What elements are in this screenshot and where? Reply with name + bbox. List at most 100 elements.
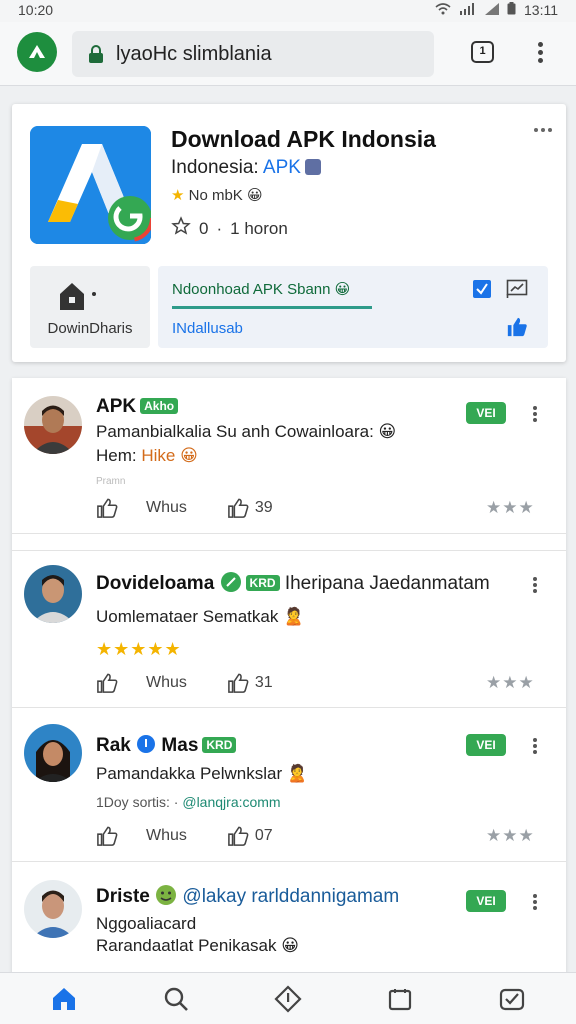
card-more-icon[interactable] (534, 128, 552, 132)
browser-toolbar: lyaoHc slimblania 1 (0, 22, 576, 86)
developer-name: Indonesia: (171, 157, 263, 178)
thumbs-up-icon[interactable] (506, 316, 528, 338)
banner-title: Ndoonhoad APK Sbann 😀 (172, 281, 351, 298)
review-actions: Whus 07 (96, 826, 273, 846)
tabs-icon[interactable] (386, 985, 414, 1013)
like-count-icon[interactable] (227, 498, 249, 518)
status-time: 10:20 (18, 2, 54, 18)
signal-icon (459, 2, 477, 18)
status-clock: 13:11 (524, 2, 558, 18)
review-more-icon[interactable] (530, 404, 540, 424)
review-text: Nggoaliacard (96, 914, 197, 933)
review-text: Pamandakka Pelwnkslar 🙎 (96, 764, 309, 783)
shield-icon[interactable] (498, 985, 526, 1013)
status-icons: 13:11 (435, 2, 558, 18)
review-author: Dovideloama KRD Iheripana Jaedanmatam (96, 571, 490, 595)
like-count: 07 (254, 827, 273, 844)
battery-icon (507, 2, 516, 18)
review-author: Rak Mas KRD (96, 734, 237, 757)
author-handle[interactable]: Iheripana Jaedanmatam (285, 573, 490, 594)
review-more-icon[interactable] (530, 575, 540, 595)
app-meta: ★ No mbK 😀 (171, 186, 263, 204)
review-item: Rak Mas KRD VEI Pamandakka Pelwnkslar 🙎 1… (12, 708, 566, 862)
review-author: Driste @lakay rarlddannigamam (96, 884, 399, 908)
url-text: lyaoHc slimblania (116, 42, 272, 65)
action-label[interactable]: Whus (146, 499, 187, 517)
review-faint-text: Pramn (96, 476, 126, 487)
thumbs-up-icon[interactable] (96, 673, 118, 693)
download-icon (58, 280, 102, 319)
review-actions: Whus 39 (96, 498, 273, 518)
discover-icon[interactable] (274, 985, 302, 1013)
thumbs-up-icon[interactable] (96, 826, 118, 846)
menu-icon[interactable] (530, 39, 550, 67)
avatar[interactable] (24, 880, 82, 938)
banner-subtitle[interactable]: INdallusab (172, 320, 243, 337)
review-text: Uomlemataer Sematkak 🙎 (96, 607, 305, 626)
avatar[interactable] (24, 565, 82, 623)
review-stars: ★★★★★ (96, 639, 182, 659)
author-name[interactable]: Dovideloama (96, 573, 214, 594)
rating-separator: · (216, 218, 223, 238)
author-name[interactable]: Driste (96, 886, 150, 907)
review-rating: ★★★ (486, 673, 535, 692)
review-text-2: Hem: Hike 😀 (96, 446, 198, 466)
site-logo-icon[interactable] (17, 32, 57, 72)
star-outline-icon[interactable] (171, 216, 191, 241)
tab-switcher-button[interactable]: 1 (471, 41, 494, 63)
review-more-icon[interactable] (530, 892, 540, 912)
review-item: Dovideloama KRD Iheripana Jaedanmatam Uo… (12, 550, 566, 708)
rating-value: 0 (199, 218, 209, 238)
like-count-icon[interactable] (227, 673, 249, 693)
review-rating: ★★★ (486, 498, 535, 517)
chart-icon[interactable] (506, 279, 528, 301)
status-badge: VEI (466, 402, 506, 424)
like-count-icon[interactable] (227, 826, 249, 846)
app-developer: Indonesia: APK (171, 157, 321, 179)
review-subtext: 1Doy sortis: · @lanqjra:comm (96, 794, 281, 810)
action-label[interactable]: Whus (146, 674, 187, 692)
info-icon (136, 735, 156, 756)
meta-text: No mbK 😀 (188, 187, 263, 204)
developer-accent[interactable]: APK (263, 157, 301, 178)
author-handle[interactable]: @lakay rarlddannigamam (182, 886, 399, 907)
url-input[interactable]: lyaoHc slimblania (72, 31, 434, 77)
avatar[interactable] (24, 724, 82, 782)
review-item: Driste @lakay rarlddannigamam VEI Nggoal… (12, 862, 566, 974)
review-more-icon[interactable] (530, 736, 540, 756)
lock-icon (88, 45, 104, 63)
author-tag: KRD (202, 737, 237, 753)
author-name-2[interactable]: Mas (161, 735, 198, 756)
home-icon[interactable] (50, 985, 78, 1013)
thumbs-up-icon[interactable] (96, 498, 118, 518)
review-actions: Whus 31 (96, 673, 273, 693)
action-label[interactable]: Whus (146, 827, 187, 845)
review-subtext-label: 1Doy sortis: · (96, 794, 183, 810)
face-icon (155, 885, 177, 907)
search-icon[interactable] (162, 985, 190, 1013)
review-line2-label: Hem: (96, 446, 142, 465)
author-name[interactable]: APK (96, 396, 136, 417)
like-count: 39 (254, 499, 273, 516)
verified-icon (304, 159, 321, 175)
banner-progress (172, 306, 372, 309)
review-item: APK Akho VEI Pamanbialkalia Su anh Cowain… (12, 378, 566, 534)
author-tag: Akho (140, 398, 179, 414)
avatar[interactable] (24, 396, 82, 454)
review-rating: ★★★ (486, 826, 535, 845)
status-badge: VEI (466, 890, 506, 912)
review-link[interactable]: @lanqjra:comm (182, 794, 280, 810)
app-logo-icon[interactable] (30, 126, 151, 244)
app-rating: 0 · 1 horon (171, 216, 288, 241)
download-banner[interactable]: Ndoonhoad APK Sbann 😀 INdallusab (158, 266, 548, 348)
checkbox-icon[interactable] (472, 279, 494, 301)
review-line2-highlight: Hike 😀 (141, 446, 198, 465)
signal-icon-2 (485, 2, 499, 18)
download-button[interactable]: DowinDharis (30, 266, 150, 348)
like-count: 31 (254, 674, 273, 691)
review-author: APK Akho (96, 396, 179, 418)
download-label: DowinDharis (47, 320, 133, 337)
app-card: Download APK Indonsia Indonesia: APK ★ N… (12, 104, 566, 362)
author-name[interactable]: Rak (96, 735, 131, 756)
bottom-nav (0, 972, 576, 1024)
